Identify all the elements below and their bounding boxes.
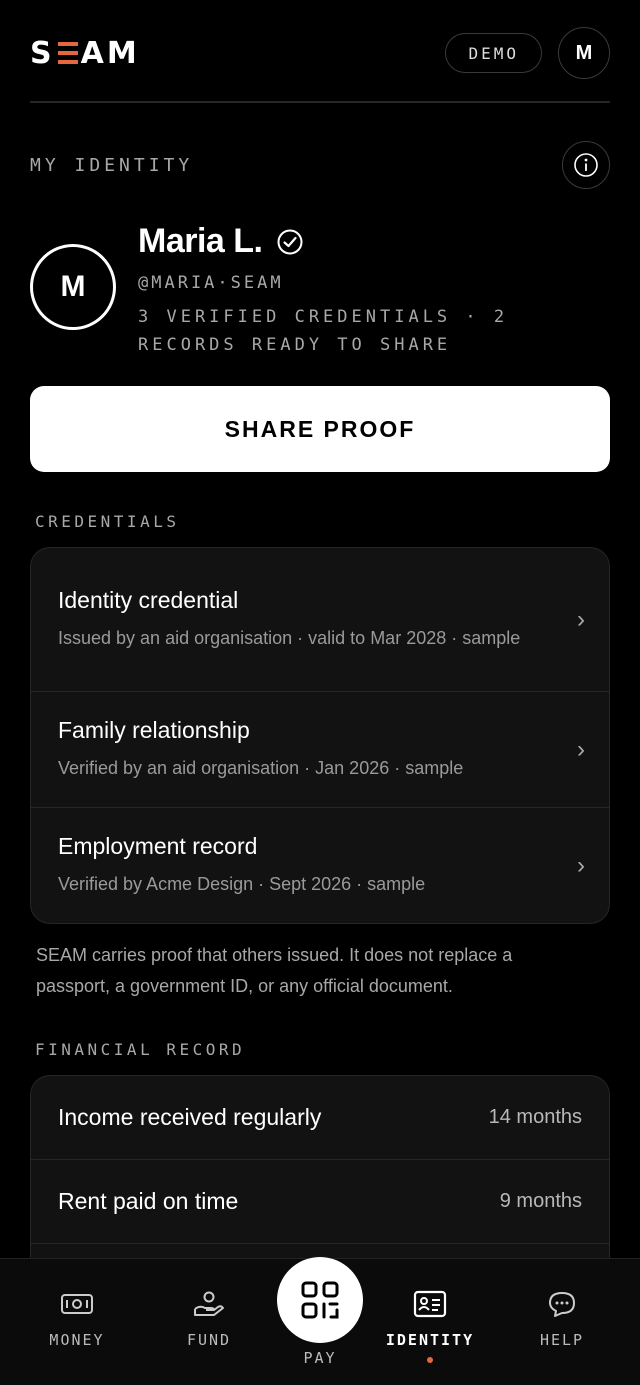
credential-item-identity[interactable]: Identity credential Issued by an aid org…	[31, 548, 609, 692]
share-proof-button[interactable]: SHARE PROOF	[30, 386, 610, 472]
verified-check-icon	[277, 229, 303, 254]
financial-item-income[interactable]: Income received regularly 14 months	[31, 1076, 609, 1160]
nav-help[interactable]: HELP	[507, 1259, 617, 1349]
id-card-icon	[413, 1290, 447, 1318]
credential-subtitle: Verified by Acme Design · Sept 2026 · sa…	[58, 874, 426, 894]
bottom-nav: MONEY FUND PAY IDENTITY HELP	[0, 1257, 640, 1385]
credential-subtitle: Issued by an aid organisation · valid to…	[58, 628, 521, 648]
name-row: Maria L.	[138, 222, 538, 261]
identity-section-header: MY IDENTITY	[30, 140, 610, 190]
header-actions: DEMO M	[445, 27, 610, 79]
financial-item-label: Income received regularly	[58, 1104, 322, 1130]
credential-title: Identity credential	[58, 587, 239, 613]
profile-handle: @MARIA·SEAM	[138, 273, 284, 293]
credential-item-employment[interactable]: Employment record Verified by Acme Desig…	[31, 808, 609, 923]
financial-item-label: Rent paid on time	[58, 1188, 239, 1214]
account-avatar[interactable]: M	[558, 27, 610, 79]
seam-logo[interactable]: S AM	[30, 36, 140, 71]
credential-subtitle: Verified by an aid organisation · Jan 20…	[58, 758, 464, 778]
profile-name: Maria L.	[138, 222, 263, 260]
profile-avatar: M	[30, 244, 116, 330]
credential-item-family[interactable]: Family relationship Verified by an aid o…	[31, 692, 609, 808]
hand-coin-icon	[194, 1291, 224, 1316]
demo-badge[interactable]: DEMO	[445, 33, 542, 73]
nav-pay-button[interactable]	[277, 1257, 363, 1343]
credential-title: Employment record	[58, 833, 258, 859]
chat-help-icon	[549, 1292, 575, 1317]
info-icon	[574, 153, 598, 177]
profile-summary-text: 3 VERIFIED CREDENTIALS · 2 RECORDS READY…	[138, 307, 509, 355]
financial-item-rent[interactable]: Rent paid on time 9 months	[31, 1160, 609, 1244]
nav-money[interactable]: MONEY	[22, 1259, 132, 1349]
nav-label: HELP	[539, 1331, 585, 1349]
qr-scan-icon	[301, 1281, 339, 1319]
nav-label: IDENTITY	[385, 1331, 475, 1349]
profile-summary: M Maria L. @MARIA·SEAM 3 VERIFIED CREDEN…	[30, 222, 610, 359]
nav-identity[interactable]: IDENTITY	[375, 1259, 485, 1363]
active-indicator	[427, 1357, 433, 1363]
section-title: MY IDENTITY	[30, 154, 194, 176]
chevron-right-icon: ›	[577, 605, 585, 633]
financial-item-value: 9 months	[499, 1190, 582, 1212]
nav-label: FUND	[186, 1331, 232, 1349]
disclaimer-text: SEAM carries proof that others issued. I…	[36, 945, 513, 996]
nav-label: MONEY	[49, 1331, 105, 1349]
info-button[interactable]	[562, 141, 610, 189]
profile-info: Maria L. @MARIA·SEAM 3 VERIFIED CREDENTI…	[138, 222, 538, 359]
credentials-label: CREDENTIALS	[35, 512, 180, 531]
nav-pay-label: PAY	[303, 1349, 337, 1367]
credential-title: Family relationship	[58, 717, 250, 743]
chevron-right-icon: ›	[577, 851, 585, 879]
financial-label: FINANCIAL RECORD	[35, 1040, 246, 1059]
nav-fund[interactable]: FUND	[154, 1259, 264, 1349]
financial-item-value: 14 months	[488, 1106, 582, 1128]
app-header: S AM DEMO M	[30, 26, 610, 80]
credentials-card: Identity credential Issued by an aid org…	[30, 547, 610, 924]
chevron-right-icon: ›	[577, 735, 585, 763]
banknote-icon	[61, 1294, 93, 1314]
header-divider	[30, 101, 610, 103]
